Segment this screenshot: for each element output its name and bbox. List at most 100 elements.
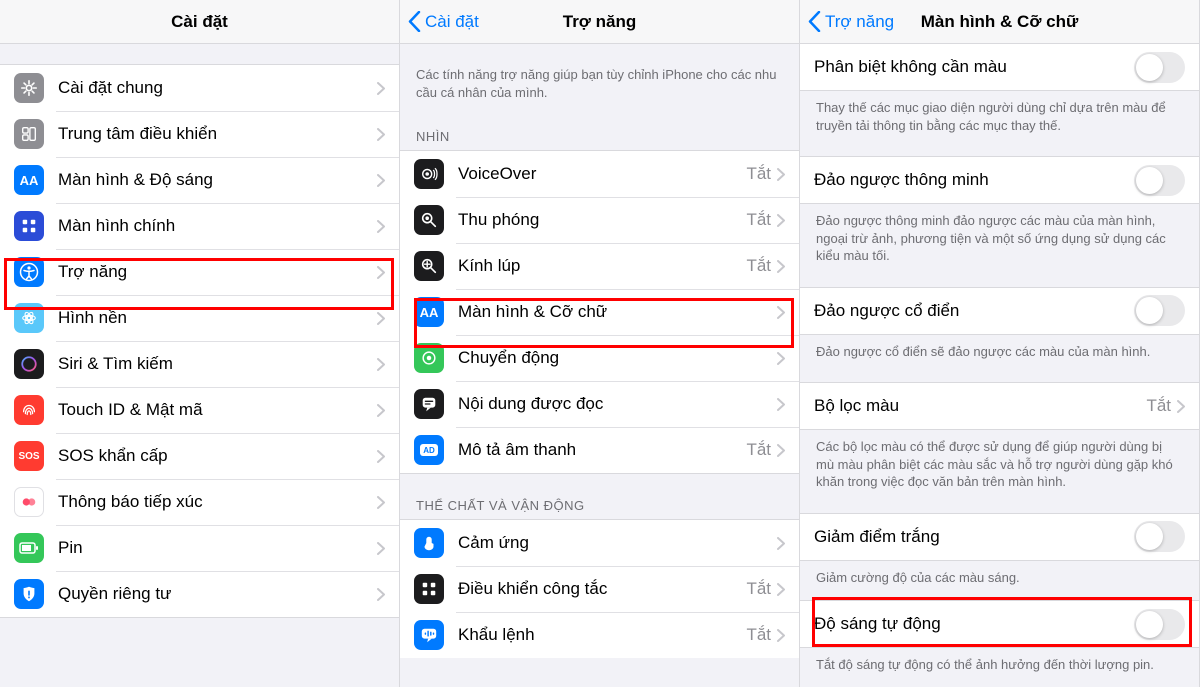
row-value: Tắt xyxy=(746,440,771,460)
back-label: Trợ năng xyxy=(825,12,894,32)
toggle-switch[interactable] xyxy=(1134,295,1185,326)
row-color-filters[interactable]: Bộ lọc màu Tắt xyxy=(800,383,1199,429)
privacy-icon xyxy=(14,579,44,609)
list-item[interactable]: Trợ năng xyxy=(0,249,399,295)
list-item[interactable]: Kính lúpTắt xyxy=(400,243,799,289)
row-label: VoiceOver xyxy=(458,164,746,184)
svg-text:AD: AD xyxy=(423,446,435,455)
chevron-right-icon xyxy=(377,174,385,187)
list-item[interactable]: Hình nền xyxy=(0,295,399,341)
row-footer: Tắt độ sáng tự động có thể ảnh hưởng đến… xyxy=(800,648,1199,678)
toggle-switch[interactable] xyxy=(1134,609,1185,640)
row-label: Giảm điểm trắng xyxy=(814,527,1134,547)
row-smart-invert[interactable]: Đảo ngược thông minh xyxy=(800,157,1199,203)
row-label: Cài đặt chung xyxy=(58,78,377,98)
list-item[interactable]: Quyền riêng tư xyxy=(0,571,399,617)
list-item[interactable]: Chuyển động xyxy=(400,335,799,381)
row-differentiate-without-color[interactable]: Phân biệt không cần màu xyxy=(800,44,1199,90)
row-label: Màn hình & Độ sáng xyxy=(58,170,377,190)
chevron-right-icon xyxy=(1177,400,1185,413)
list-item[interactable]: Touch ID & Mật mã xyxy=(0,387,399,433)
group-header-vision: NHÌN xyxy=(400,123,799,150)
touchid-icon xyxy=(14,395,44,425)
row-label: Chuyển động xyxy=(458,348,777,368)
list-item[interactable]: Cảm ứng xyxy=(400,520,799,566)
chevron-right-icon xyxy=(777,214,785,227)
toggle-switch[interactable] xyxy=(1134,521,1185,552)
row-label: Trung tâm điều khiển xyxy=(58,124,377,144)
chevron-right-icon xyxy=(777,398,785,411)
panel-display-text-size: Trợ năng Màn hình & Cỡ chữ Phân biệt khô… xyxy=(800,0,1200,687)
chevron-right-icon xyxy=(377,358,385,371)
settings-list-container[interactable]: Cài đặt chung Trung tâm điều khiển AA Màn h… xyxy=(0,44,399,687)
intro-footer: Các tính năng trợ năng giúp bạn tùy chỉn… xyxy=(400,44,799,105)
list-item[interactable]: SOSSOS khẩn cấp xyxy=(0,433,399,479)
list-item[interactable]: Khẩu lệnhTắt xyxy=(400,612,799,658)
battery-icon xyxy=(14,533,44,563)
toggle-switch[interactable] xyxy=(1134,52,1185,83)
back-button[interactable]: Trợ năng xyxy=(808,11,894,32)
row-value: Tắt xyxy=(1146,396,1171,416)
list-item[interactable]: AA Màn hình & Độ sáng xyxy=(0,157,399,203)
row-label: Màn hình & Cỡ chữ xyxy=(458,302,777,322)
list-item[interactable]: AD Mô tả âm thanhTắt xyxy=(400,427,799,473)
list-item[interactable]: VoiceOverTắt xyxy=(400,151,799,197)
chevron-right-icon xyxy=(377,266,385,279)
display-text-size-icon: AA xyxy=(414,297,444,327)
panel-settings: Cài đặt Cài đặt chungTrung tâm điều khiể… xyxy=(0,0,400,687)
list-item[interactable]: Trung tâm điều khiển xyxy=(0,111,399,157)
list-item[interactable]: Nội dung được đọc xyxy=(400,381,799,427)
row-reduce-white-point[interactable]: Giảm điểm trắng xyxy=(800,514,1199,560)
row-auto-brightness[interactable]: Độ sáng tự động xyxy=(800,601,1199,647)
back-button[interactable]: Cài đặt xyxy=(408,11,479,32)
toggle-switch[interactable] xyxy=(1134,165,1185,196)
audio-description-icon: AD xyxy=(414,435,444,465)
chevron-right-icon xyxy=(777,537,785,550)
row-label: Bộ lọc màu xyxy=(814,396,1146,416)
row-label: Quyền riêng tư xyxy=(58,584,377,604)
row-footer: Đảo ngược thông minh đảo ngược các màu c… xyxy=(800,204,1199,269)
list-item[interactable]: Điều khiển công tắcTắt xyxy=(400,566,799,612)
list-item[interactable]: Cài đặt chung xyxy=(0,65,399,111)
list-item[interactable]: Thu phóngTắt xyxy=(400,197,799,243)
list-item[interactable]: Siri & Tìm kiếm xyxy=(0,341,399,387)
chevron-right-icon xyxy=(777,352,785,365)
list-item[interactable]: Thông báo tiếp xúc xyxy=(0,479,399,525)
chevron-right-icon xyxy=(377,128,385,141)
touch-icon xyxy=(414,528,444,558)
siri-icon xyxy=(14,349,44,379)
chevron-right-icon xyxy=(377,82,385,95)
chevron-right-icon xyxy=(377,542,385,555)
chevron-right-icon xyxy=(777,260,785,273)
accessibility-icon xyxy=(14,257,44,287)
row-value: Tắt xyxy=(746,625,771,645)
home-screen-icon xyxy=(14,211,44,241)
row-classic-invert[interactable]: Đảo ngược cổ điển xyxy=(800,288,1199,334)
chevron-right-icon xyxy=(377,404,385,417)
panel-accessibility: Cài đặt Trợ năng Các tính năng trợ năng … xyxy=(400,0,800,687)
row-footer: Giảm cường độ của các màu sáng. xyxy=(800,561,1199,591)
display-brightness-icon: AA xyxy=(14,165,44,195)
display-text-size-content[interactable]: Phân biệt không cần màu Thay thế các mục… xyxy=(800,44,1199,687)
spoken-content-icon xyxy=(414,389,444,419)
row-label: Độ sáng tự động xyxy=(814,614,1134,634)
exposure-icon xyxy=(14,487,44,517)
list-item[interactable]: Pin xyxy=(0,525,399,571)
chevron-right-icon xyxy=(377,588,385,601)
row-label: Phân biệt không cần màu xyxy=(814,57,1134,77)
magnifier-icon xyxy=(414,251,444,281)
row-label: Pin xyxy=(58,538,377,558)
navbar-display-text-size: Trợ năng Màn hình & Cỡ chữ xyxy=(800,0,1199,44)
list-item[interactable]: AA Màn hình & Cỡ chữ xyxy=(400,289,799,335)
wallpaper-icon xyxy=(14,303,44,333)
voice-control-icon xyxy=(414,620,444,650)
accessibility-list-container[interactable]: Các tính năng trợ năng giúp bạn tùy chỉn… xyxy=(400,44,799,687)
chevron-right-icon xyxy=(777,306,785,319)
row-label: Mô tả âm thanh xyxy=(458,440,746,460)
motion-icon xyxy=(414,343,444,373)
group-header-physical: THỂ CHẤT VÀ VẬN ĐỘNG xyxy=(400,492,799,519)
list-item[interactable]: Màn hình chính xyxy=(0,203,399,249)
row-value: Tắt xyxy=(746,579,771,599)
row-footer: Đảo ngược cổ điển sẽ đảo ngược các màu c… xyxy=(800,335,1199,365)
navbar-accessibility: Cài đặt Trợ năng xyxy=(400,0,799,44)
